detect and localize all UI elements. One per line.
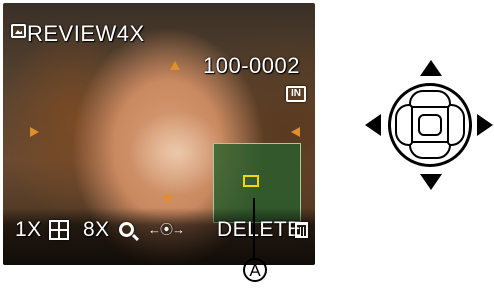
- multi-view-icon: [49, 220, 69, 240]
- left-right-icon: ←⦿→: [148, 222, 185, 237]
- review-mode-label: REVIEW4X: [27, 21, 145, 46]
- focus-marker-left: [30, 127, 39, 137]
- magnify-icon: [119, 222, 134, 237]
- file-number: 100-0002: [203, 53, 300, 78]
- focus-marker-right: [291, 127, 300, 137]
- zoom-max-label: 8X: [83, 218, 110, 241]
- arrow-right-icon[interactable]: [477, 114, 493, 136]
- arrow-left-icon[interactable]: [365, 114, 381, 136]
- dpad-ring: [388, 83, 472, 167]
- mode-badge: IN: [286, 86, 306, 102]
- arrow-up-icon[interactable]: [420, 60, 442, 76]
- play-review-icon: [11, 24, 26, 38]
- focus-marker-top: [170, 61, 180, 70]
- delete-label: DELETE: [217, 218, 302, 241]
- trash-icon: [295, 222, 308, 238]
- callout-line: [253, 198, 255, 258]
- callout-label-a: A: [243, 258, 267, 282]
- arrow-down-icon[interactable]: [420, 174, 442, 190]
- dpad-up-button[interactable]: [409, 90, 451, 108]
- dpad-left-button[interactable]: [395, 104, 413, 146]
- cursor-button-pad[interactable]: [365, 60, 494, 190]
- zoom-min-label: 1X: [15, 218, 42, 241]
- dpad-right-button[interactable]: [447, 104, 465, 146]
- camera-lcd-screen: REVIEW4X 100-0002 IN 1X 8X ←⦿→ DELETE: [3, 3, 315, 265]
- dpad-down-button[interactable]: [409, 141, 451, 159]
- focus-marker-bottom: [163, 195, 173, 204]
- zoom-area-frame: [243, 175, 259, 187]
- dpad-center-button[interactable]: [418, 114, 442, 136]
